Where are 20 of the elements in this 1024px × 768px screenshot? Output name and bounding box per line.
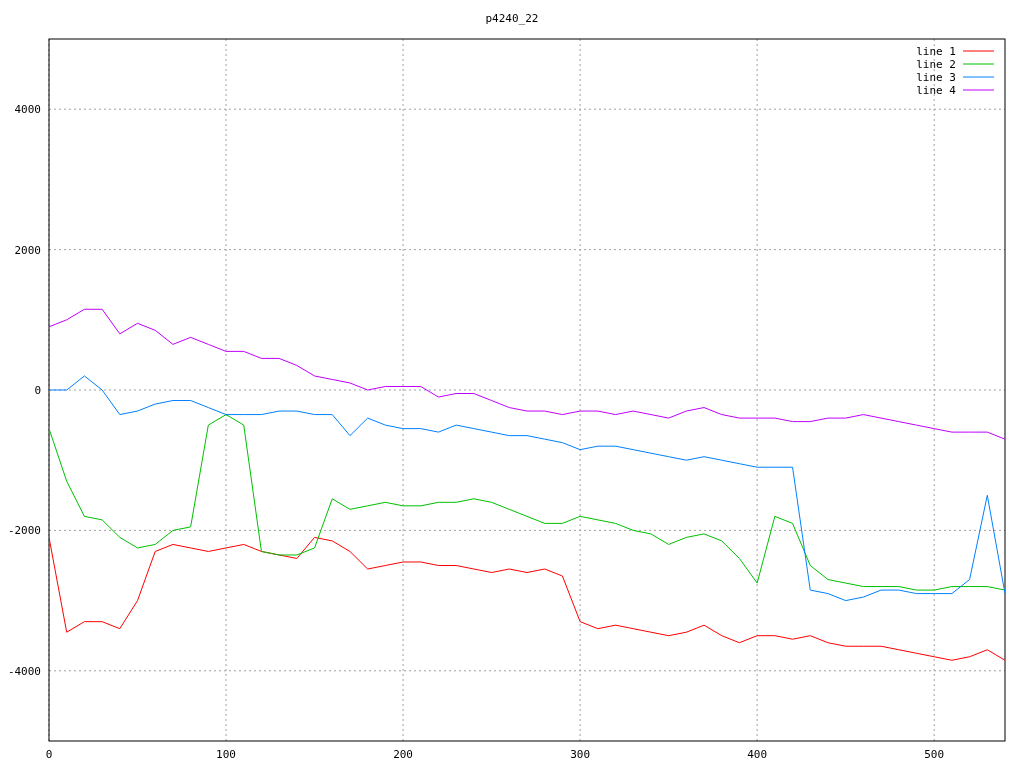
x-tick-label: 200 bbox=[393, 748, 413, 761]
y-tick-label: 0 bbox=[34, 384, 41, 397]
legend-line-sample bbox=[962, 63, 995, 65]
legend-label: line 2 bbox=[916, 58, 956, 71]
x-tick-label: 100 bbox=[216, 748, 236, 761]
x-tick-label: 300 bbox=[570, 748, 591, 761]
y-tick-label: 2000 bbox=[14, 243, 41, 257]
x-tick-label: 400 bbox=[747, 748, 768, 761]
legend-label: line 3 bbox=[916, 71, 956, 84]
chart-title: p4240_22 bbox=[485, 12, 539, 25]
y-tick-label: -2000 bbox=[7, 524, 41, 538]
legend-line-sample bbox=[962, 76, 995, 78]
y-tick-label: 4000 bbox=[14, 103, 41, 117]
legend-label: line 4 bbox=[916, 84, 956, 97]
y-tick-label: -4000 bbox=[7, 664, 41, 678]
x-tick-label: 0 bbox=[45, 748, 53, 761]
legend-label: line 1 bbox=[916, 45, 956, 58]
x-tick-label: 500 bbox=[924, 748, 945, 761]
legend-line-sample bbox=[962, 50, 995, 52]
legend-line-sample bbox=[962, 89, 995, 91]
